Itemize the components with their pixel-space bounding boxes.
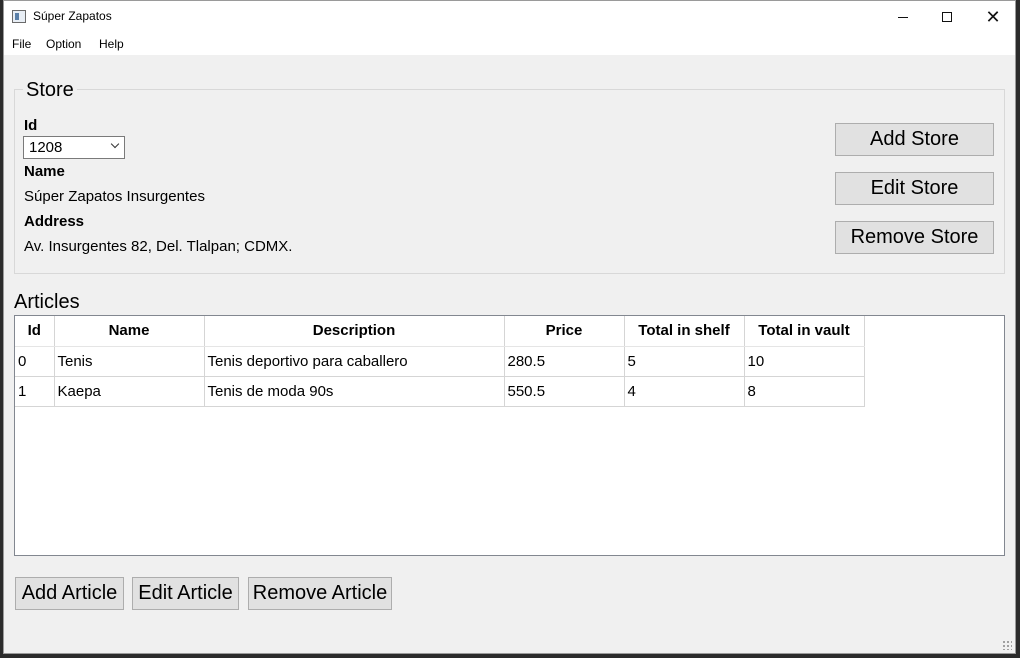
edit-article-button[interactable]: Edit Article [132,577,239,610]
table-row[interactable]: 0 Tenis Tenis deportivo para caballero 2… [15,346,865,377]
articles-grid: Id Name Description Price Total in shelf… [15,316,865,407]
table-row[interactable]: 1 Kaepa Tenis de moda 90s 550.5 4 8 [15,376,865,407]
minimize-button[interactable] [880,1,926,33]
store-name-label: Name [24,163,65,180]
table-cell[interactable]: Tenis [54,346,205,377]
menu-bar: File Option Help [4,33,1015,55]
table-cell[interactable]: 1 [15,376,55,407]
column-header-price[interactable]: Price [504,316,625,347]
column-header-total-in-vault[interactable]: Total in vault [744,316,865,347]
remove-store-button[interactable]: Remove Store [835,221,994,254]
minimize-icon [898,16,908,18]
store-address-label: Address [24,213,85,230]
window-title: Súper Zapatos [33,9,112,23]
store-group-title: Store [23,79,77,102]
menu-file[interactable]: File [12,37,31,51]
app-icon [12,10,26,23]
table-cell[interactable]: Tenis de moda 90s [204,376,505,407]
app-window: Súper Zapatos ✕ File Option Help Store I… [3,0,1016,654]
table-cell[interactable]: Kaepa [54,376,205,407]
menu-option[interactable]: Option [46,37,81,51]
table-cell[interactable]: 0 [15,346,55,377]
resize-grip-icon[interactable] [1002,640,1012,650]
close-icon: ✕ [985,7,1001,27]
table-cell[interactable]: 5 [624,346,745,377]
remove-article-button[interactable]: Remove Article [248,577,392,610]
close-button[interactable]: ✕ [970,1,1016,33]
column-header-description[interactable]: Description [204,316,505,347]
store-id-label: Id [24,117,38,134]
table-cell[interactable]: 10 [744,346,865,377]
articles-title: Articles [14,291,80,313]
add-article-button[interactable]: Add Article [15,577,124,610]
table-cell[interactable]: 8 [744,376,865,407]
table-header-row: Id Name Description Price Total in shelf… [15,316,865,347]
store-name-value: Súper Zapatos Insurgentes [24,188,205,205]
column-header-name[interactable]: Name [54,316,205,347]
table-cell[interactable]: Tenis deportivo para caballero [204,346,505,377]
title-bar[interactable]: Súper Zapatos ✕ [4,1,1015,33]
column-header-id[interactable]: Id [15,316,55,347]
store-id-combobox[interactable]: 1208 [23,136,125,159]
store-address-value: Av. Insurgentes 82, Del. Tlalpan; CDMX. [24,238,293,255]
table-cell[interactable]: 550.5 [504,376,625,407]
table-cell[interactable]: 4 [624,376,745,407]
maximize-button[interactable] [924,1,970,33]
store-id-value: 1208 [29,139,63,156]
table-cell[interactable]: 280.5 [504,346,625,377]
menu-help[interactable]: Help [99,37,124,51]
chevron-down-icon [110,139,120,149]
add-store-button[interactable]: Add Store [835,123,994,156]
articles-table[interactable]: Id Name Description Price Total in shelf… [14,315,1005,556]
edit-store-button[interactable]: Edit Store [835,172,994,205]
column-header-total-in-shelf[interactable]: Total in shelf [624,316,745,347]
maximize-icon [942,12,952,22]
